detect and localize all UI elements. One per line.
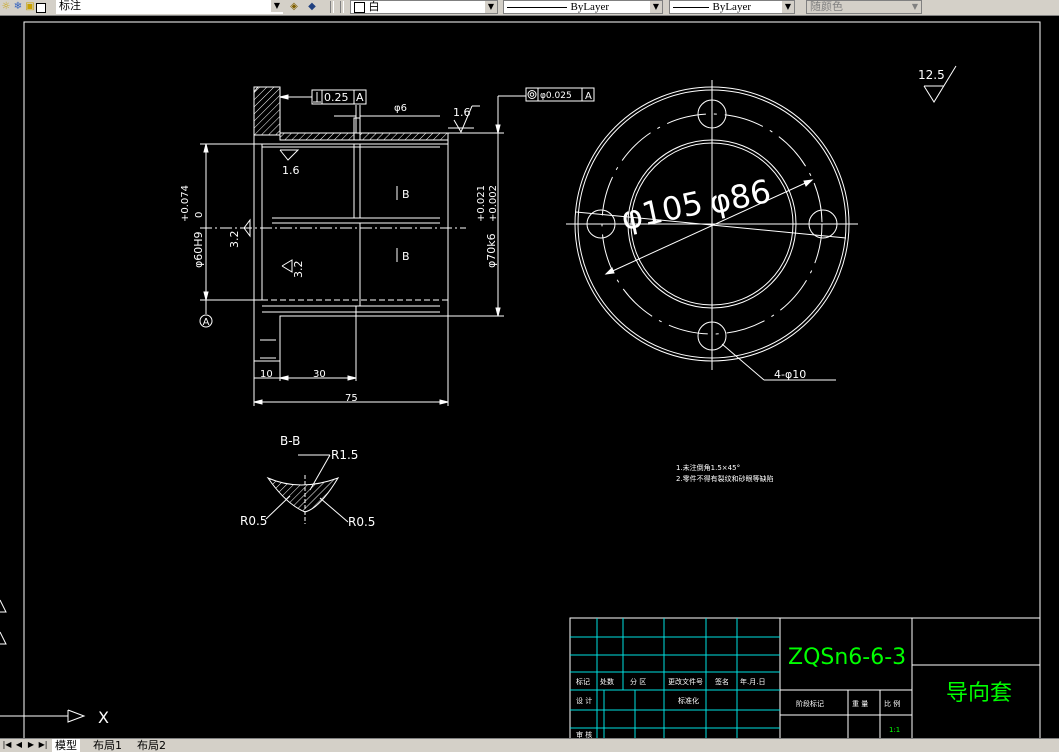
layer-bulb-icon[interactable]: ☼ xyxy=(0,1,12,13)
color-swatch-icon xyxy=(354,1,365,13)
linetype-sample xyxy=(507,6,567,8)
tab-model[interactable]: 模型 xyxy=(52,739,80,752)
layer-dropdown[interactable]: 标注 ▼ xyxy=(56,0,283,14)
tab-layout1[interactable]: 布局1 xyxy=(90,739,125,752)
dim-phi6: φ6 xyxy=(394,103,407,114)
linetype-value: ByLayer xyxy=(570,1,609,13)
tol-coax-ref: A xyxy=(585,91,592,102)
dim-75: 75 xyxy=(345,393,358,404)
chevron-down-icon: ▼ xyxy=(271,0,283,12)
tb-scale: 1:1 xyxy=(889,726,900,734)
chevron-down-icon: ▼ xyxy=(909,1,921,13)
model-space-canvas[interactable]: A 0.25 A φ0.025 A φ6 1.6 1.6 3.2 3.2 B B… xyxy=(0,15,1059,740)
tab-layout2[interactable]: 布局2 xyxy=(134,739,169,752)
layer-previous-icon[interactable]: ◆ xyxy=(306,1,318,13)
tb-label: 分 区 xyxy=(630,677,646,686)
dim-outer-tol-lower: +0.002 xyxy=(488,185,499,222)
toolbar-separator xyxy=(340,1,344,13)
note-1: 1.未注倒角1.5×45° xyxy=(676,463,740,472)
end-view xyxy=(566,80,858,381)
dim-holes: 4-φ10 xyxy=(774,368,806,381)
dim-outer-tol-upper: +0.021 xyxy=(476,185,487,222)
front-view xyxy=(200,86,526,406)
tb-design: 设 计 xyxy=(576,696,592,705)
layout-tabs-bar: |◀ ◀ ▶ ▶| 模型 布局1 布局2 xyxy=(0,738,1059,752)
dim-30: 30 xyxy=(313,369,326,380)
toolbar-separator xyxy=(330,1,334,13)
chevron-down-icon: ▼ xyxy=(485,1,497,13)
rough-125: 12.5 xyxy=(918,68,945,82)
dim-inner-tol-lower: 0 xyxy=(194,212,205,218)
rough-32-left: 3.2 xyxy=(228,231,241,249)
part-name: 导向套 xyxy=(946,681,1012,706)
lineweight-value: ByLayer xyxy=(712,1,751,13)
note-2: 2.零件不得有裂纹和砂眼等缺陷 xyxy=(676,474,774,483)
tb-scale-label: 比 例 xyxy=(884,699,900,708)
r05-left: R0.5 xyxy=(240,514,267,528)
dim-10: 10 xyxy=(260,369,273,380)
rough-16-top: 1.6 xyxy=(453,106,471,119)
tb-stage: 阶段标记 xyxy=(796,699,824,708)
layer-freeze-icon[interactable]: ❄ xyxy=(12,1,24,13)
tab-last-icon[interactable]: ▶| xyxy=(38,740,48,750)
layer-lock-icon[interactable]: ▣ xyxy=(24,1,36,13)
tb-label: 处数 xyxy=(600,677,614,686)
material: ZQSn6-6-3 xyxy=(788,645,906,670)
dim-inner-tol-upper: +0.074 xyxy=(180,185,191,222)
tol-coax-value: φ0.025 xyxy=(540,91,572,101)
tb-weight: 重 量 xyxy=(852,700,868,708)
section-mark-1: B xyxy=(402,188,410,201)
section-title: B-B xyxy=(280,434,300,448)
tb-label: 更改文件号 xyxy=(668,677,703,686)
drawing-svg: A 0.25 A φ0.025 A φ6 1.6 1.6 3.2 3.2 B B… xyxy=(0,21,1041,740)
tb-review: 审 核 xyxy=(576,730,592,738)
r05-right: R0.5 xyxy=(348,515,375,529)
lineweight-sample xyxy=(673,6,709,8)
dim-phi86: φ86 xyxy=(706,172,774,222)
dim-inner: φ60H9 xyxy=(192,231,205,268)
properties-toolbar: ☼ ❄ ▣ 标注 ▼ ◈ ◆ 白 ▼ ByLayer ▼ ByLayer ▼ 随… xyxy=(0,0,1059,16)
chevron-down-icon: ▼ xyxy=(650,1,662,13)
flange-hatch xyxy=(253,86,281,136)
tol-flat-ref: A xyxy=(356,91,364,104)
color-dropdown[interactable]: 白 ▼ xyxy=(350,0,498,14)
tab-prev-icon[interactable]: ◀ xyxy=(14,740,24,750)
dim-phi105: φ105 xyxy=(618,184,706,238)
rough-16-inner: 1.6 xyxy=(282,164,300,177)
dim-outer: φ70k6 xyxy=(485,233,498,268)
tb-standard: 标准化 xyxy=(678,696,699,705)
drawing-frame xyxy=(23,21,1041,740)
r15: R1.5 xyxy=(331,448,358,462)
color-value: 白 xyxy=(368,0,380,13)
section-mark-2: B xyxy=(402,250,410,263)
layer-color-icon[interactable] xyxy=(36,3,46,13)
ucs-icon xyxy=(0,599,86,723)
rough-32-inner: 3.2 xyxy=(292,261,305,279)
tb-label: 签名 xyxy=(715,677,729,686)
tol-flat-value: 0.25 xyxy=(324,91,349,104)
layer-manager-icon[interactable]: ◈ xyxy=(288,1,300,13)
plotstyle-dropdown[interactable]: 随颜色 ▼ xyxy=(806,0,922,14)
plotstyle-value: 随颜色 xyxy=(810,0,843,13)
layer-name: 标注 xyxy=(59,0,81,12)
lineweight-dropdown[interactable]: ByLayer ▼ xyxy=(669,0,795,14)
section-bb xyxy=(265,454,349,524)
ucs-x-label: X xyxy=(98,708,109,727)
tab-first-icon[interactable]: |◀ xyxy=(2,740,12,750)
wall-hatch xyxy=(279,132,449,141)
datum-label: A xyxy=(203,317,210,328)
linetype-dropdown[interactable]: ByLayer ▼ xyxy=(503,0,663,14)
chevron-down-icon: ▼ xyxy=(782,1,794,13)
tb-label: 标记 xyxy=(576,677,590,686)
tab-next-icon[interactable]: ▶ xyxy=(26,740,36,750)
tb-label: 年.月.日 xyxy=(740,677,765,686)
